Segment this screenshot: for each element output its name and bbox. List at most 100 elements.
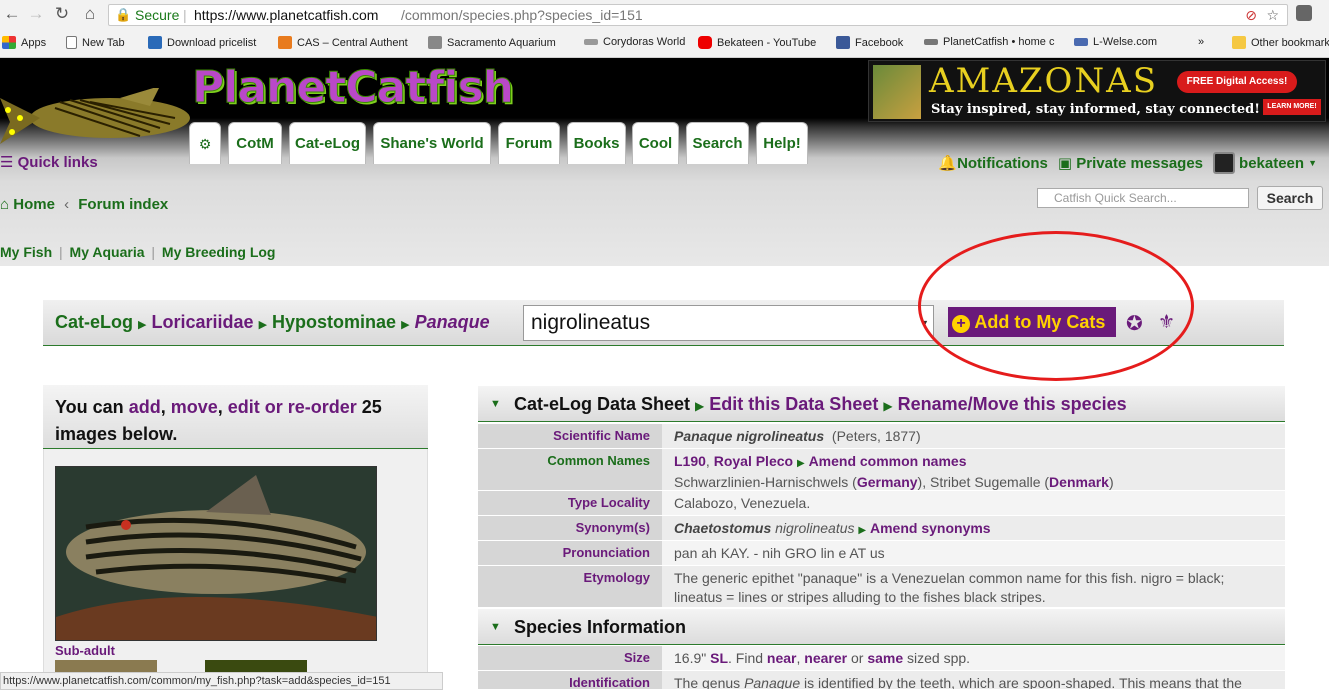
bell-icon: 🔔	[938, 155, 958, 172]
species-select[interactable]: nigrolineatus ▼	[523, 305, 934, 341]
my-fish-link[interactable]: My Fish	[0, 244, 52, 260]
thumbnail-image[interactable]	[205, 660, 307, 672]
bookmark-l-welse[interactable]: L-Welse.com	[1074, 36, 1157, 48]
url-path: /common/species.php?species_id=151	[401, 7, 643, 23]
fish-icon	[584, 39, 598, 45]
amazonas-banner-ad[interactable]: AMAZONAS Stay inspired, stay informed, s…	[868, 60, 1326, 122]
bookmark-sacramento-aquarium[interactable]: Sacramento Aquarium	[428, 36, 556, 49]
bookmark-other[interactable]: Other bookmarks	[1232, 36, 1329, 49]
l190-link[interactable]: L190	[674, 453, 706, 469]
bookmarks-overflow[interactable]: »	[1198, 36, 1204, 48]
my-aquaria-link[interactable]: My Aquaria	[70, 244, 145, 260]
crumb-subfamily[interactable]: Hypostominae	[272, 312, 396, 332]
germany-link[interactable]: Germany	[857, 474, 918, 490]
near-link[interactable]: near	[767, 650, 797, 666]
images-panel-header: You can add, move, edit or re-order 25 im…	[43, 385, 428, 449]
facebook-icon	[836, 36, 850, 49]
bookmark-new-tab[interactable]: New Tab	[66, 36, 125, 49]
site-logo[interactable]: PlanetCatfish	[192, 62, 515, 114]
banner-title: AMAZONAS	[929, 61, 1159, 101]
browser-toolbar: ← → ↻ ⌂ 🔒 Secure | https://www.planetcat…	[0, 0, 1329, 58]
bookmark-corydoras-world[interactable]: Corydoras World	[584, 36, 685, 48]
private-messages-link[interactable]: ▣ Private messages	[1058, 154, 1203, 172]
search-button[interactable]: Search	[1257, 186, 1323, 210]
user-menu[interactable]: bekateen ▼	[1213, 152, 1317, 174]
row-synonyms: Synonym(s) Chaetostomus nigrolineatus ▶ …	[478, 516, 1285, 541]
tab-cool[interactable]: Cool	[632, 122, 679, 164]
tab-shanes-world[interactable]: Shane's World	[373, 122, 491, 164]
row-identification: Identification The genus Panaque is iden…	[478, 671, 1285, 690]
youtube-icon	[698, 36, 712, 49]
row-size: Size 16.9" SL. Find near, nearer or same…	[478, 646, 1285, 671]
edit-images-link[interactable]: edit or re-order	[228, 397, 357, 417]
avatar	[1213, 152, 1236, 174]
amend-synonyms-link[interactable]: Amend synonyms	[870, 520, 991, 536]
pleco-logo-image	[0, 88, 190, 144]
my-breeding-log-link[interactable]: My Breeding Log	[162, 244, 276, 260]
banner-badge: FREE Digital Access!	[1177, 71, 1297, 93]
fish-photo[interactable]	[55, 466, 377, 641]
crumb-cat-elog[interactable]: Cat-eLog	[55, 312, 133, 332]
denmark-link[interactable]: Denmark	[1049, 474, 1109, 490]
address-bar[interactable]: 🔒 Secure | https://www.planetcatfish.com…	[108, 4, 1288, 26]
tab-search[interactable]: Search	[686, 122, 749, 164]
bookmark-youtube[interactable]: Bekateen - YouTube	[698, 36, 816, 49]
home-icon[interactable]: ⌂	[80, 4, 100, 24]
tab-settings[interactable]: ⚙	[189, 122, 221, 164]
bookmark-cas[interactable]: CAS – Central Authent	[278, 36, 408, 49]
photo-caption[interactable]: Sub-adult	[55, 643, 115, 658]
bookmark-planetcatfish[interactable]: PlanetCatfish • home c	[924, 36, 1054, 48]
collapse-icon[interactable]: ▼	[490, 609, 501, 645]
royal-pleco-link[interactable]: Royal Pleco	[714, 453, 793, 469]
same-link[interactable]: same	[867, 650, 903, 666]
apps-icon	[2, 36, 16, 49]
learn-more-button[interactable]: LEARN MORE!	[1263, 99, 1321, 115]
add-images-link[interactable]: add	[129, 397, 161, 417]
amend-common-names-link[interactable]: Amend common names	[809, 453, 967, 469]
row-type-locality: Type Locality Calabozo, Venezuela.	[478, 491, 1285, 516]
bookmark-facebook[interactable]: Facebook	[836, 36, 903, 49]
banner-tagline: Stay inspired, stay informed, stay conne…	[931, 102, 1260, 117]
row-common-names: Common Names L190, Royal Pleco ▶ Amend c…	[478, 449, 1285, 491]
species-information-header: ▼ Species Information	[478, 609, 1285, 645]
back-icon[interactable]: ←	[2, 4, 22, 24]
catfish-quick-search-input[interactable]: Catfish Quick Search...	[1037, 188, 1249, 208]
tab-forum[interactable]: Forum	[498, 122, 560, 164]
status-bar: https://www.planetcatfish.com/common/my_…	[0, 672, 443, 690]
notifications-link[interactable]: 🔔Notifications	[938, 154, 1048, 172]
home-link[interactable]: ⌂ Home	[0, 196, 55, 213]
tab-cat-elog[interactable]: Cat-eLog	[289, 122, 366, 164]
tab-help[interactable]: Help!	[756, 122, 808, 164]
extension-icon[interactable]	[1296, 5, 1312, 21]
edit-data-sheet-link[interactable]: Edit this Data Sheet	[709, 394, 878, 414]
rename-move-species-link[interactable]: Rename/Move this species	[898, 394, 1127, 414]
forward-icon[interactable]: →	[26, 4, 46, 24]
forum-index-link[interactable]: Forum index	[78, 196, 168, 213]
blocked-icon[interactable]: ⊘	[1245, 5, 1257, 25]
sl-link[interactable]: SL	[710, 650, 728, 666]
tab-cotm[interactable]: CotM	[228, 122, 282, 164]
crumb-family[interactable]: Loricariidae	[152, 312, 254, 332]
reload-icon[interactable]: ↻	[52, 4, 72, 24]
bookmark-apps[interactable]: Apps	[2, 36, 46, 49]
inbox-icon: ▣	[1057, 155, 1073, 172]
bookmark-download-pricelist[interactable]: Download pricelist	[148, 36, 256, 49]
tab-books[interactable]: Books	[567, 122, 626, 164]
thumbnail-image[interactable]	[55, 660, 157, 672]
site-icon	[148, 36, 162, 49]
row-scientific-name: Scientific Name Panaque nigrolineatus (P…	[478, 424, 1285, 449]
fish-icon	[924, 39, 938, 45]
lock-icon: 🔒	[115, 7, 132, 22]
home-icon: ⌂	[0, 196, 10, 213]
row-etymology: Etymology The generic epithet "panaque" …	[478, 566, 1285, 608]
nearer-link[interactable]: nearer	[804, 650, 847, 666]
secure-label: Secure	[135, 7, 180, 23]
star-icon[interactable]: ☆	[1266, 5, 1279, 25]
move-images-link[interactable]: move	[171, 397, 218, 417]
collapse-icon[interactable]: ▼	[490, 386, 501, 422]
folder-icon	[1232, 36, 1246, 49]
catalog-breadcrumb: Cat-eLog ▶ Loricariidae ▶ Hypostominae ▶…	[55, 312, 490, 332]
url-domain: https://www.planetcatfish.com	[194, 7, 379, 23]
crumb-genus[interactable]: Panaque	[415, 312, 490, 332]
quick-links-menu[interactable]: ☰ Quick links	[0, 153, 98, 171]
